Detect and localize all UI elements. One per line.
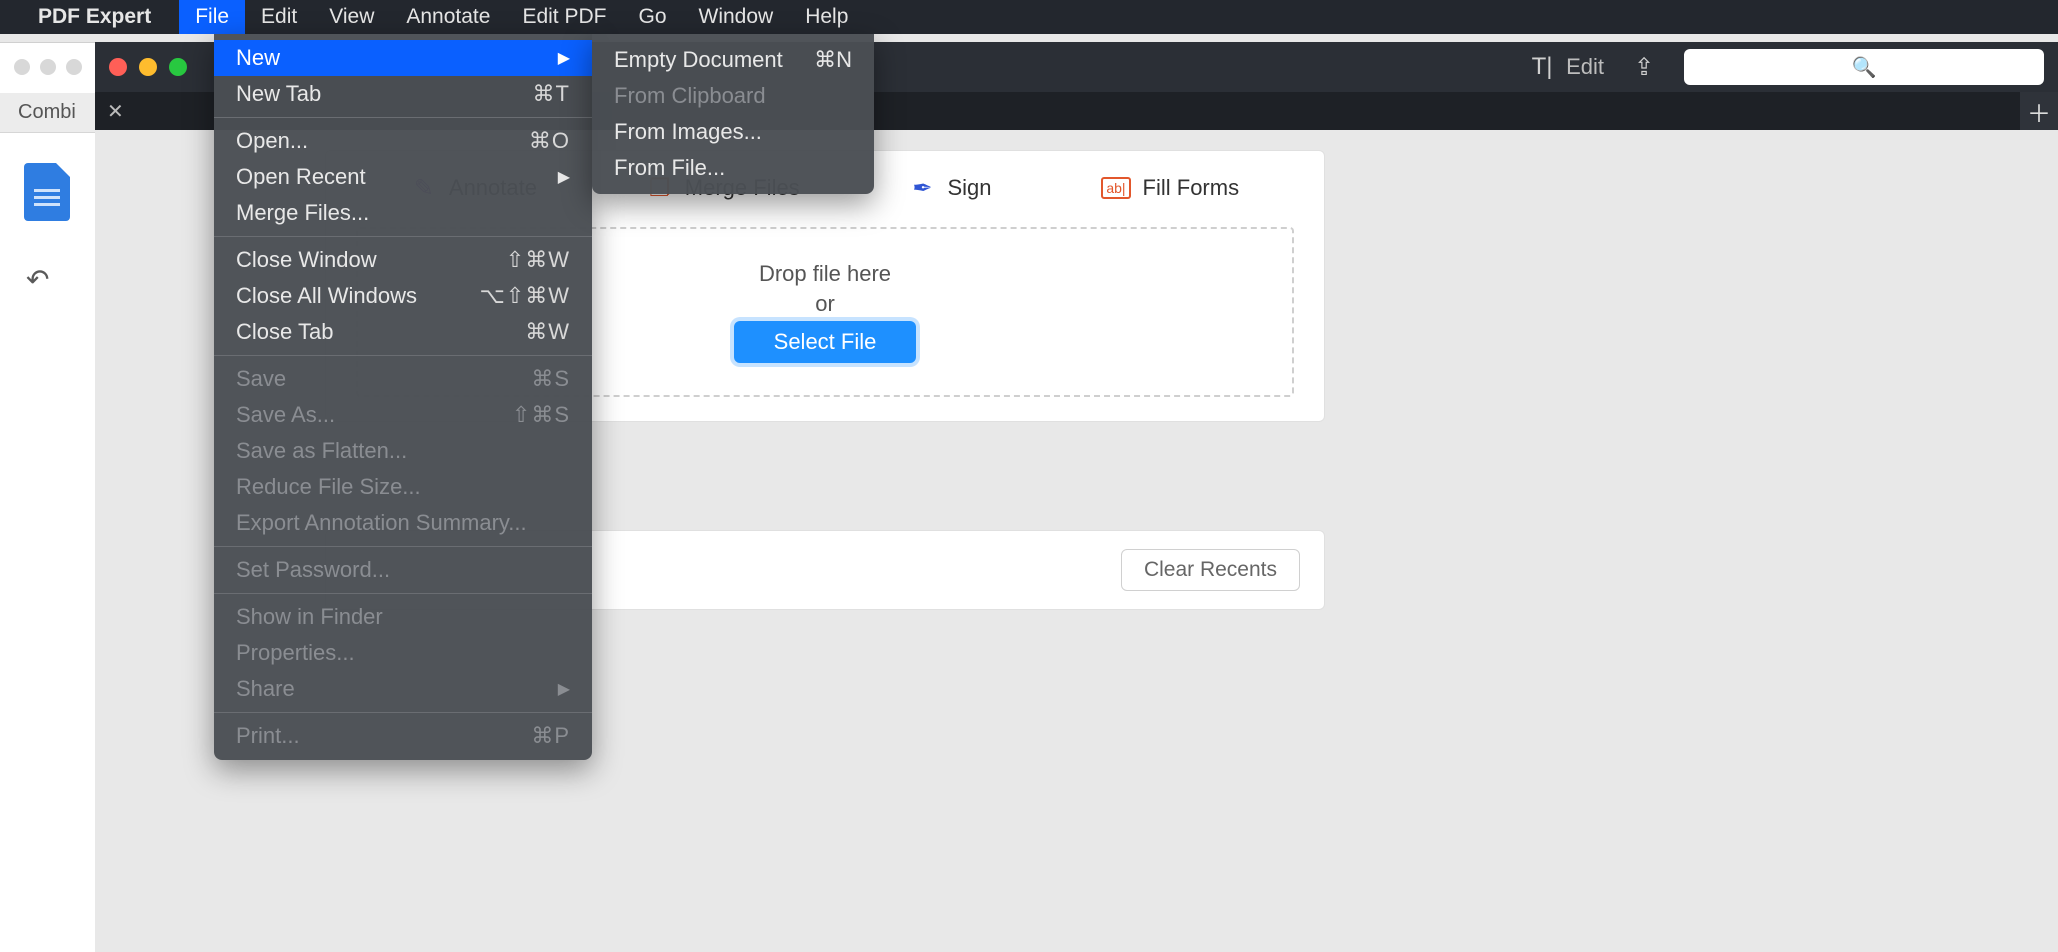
file-menu-item: Export Annotation Summary... [214,505,592,541]
file-menu-item[interactable]: Open Recent▶ [214,159,592,195]
new-submenu: Empty Document⌘NFrom ClipboardFrom Image… [592,34,874,194]
close-window-button[interactable] [109,58,127,76]
sign-icon: ✒ [909,175,935,201]
bg-traffic-light [66,59,82,75]
drop-text: Drop file here [759,261,891,287]
menu-file[interactable]: File [179,0,245,34]
clear-recents-button[interactable]: Clear Recents [1121,549,1300,591]
new-tab-button[interactable]: ＋ [2020,92,2058,130]
fill-forms-action[interactable]: ab| Fill Forms [1101,175,1239,201]
menu-edit-pdf[interactable]: Edit PDF [506,0,622,34]
file-menu-item[interactable]: Close Window⇧⌘W [214,242,592,278]
search-icon: 🔍 [1852,55,1877,80]
menu-view[interactable]: View [313,0,390,34]
new-submenu-item[interactable]: Empty Document⌘N [592,42,874,78]
zoom-window-button[interactable] [169,58,187,76]
macos-menubar: PDF Expert File Edit View Annotate Edit … [0,0,2058,34]
bg-traffic-light [14,59,30,75]
file-menu-item[interactable]: Open...⌘O [214,123,592,159]
file-menu-item[interactable]: New Tab⌘T [214,76,592,112]
fill-forms-icon: ab| [1101,177,1130,199]
text-edit-icon: T| [1528,53,1556,81]
menu-go[interactable]: Go [622,0,682,34]
document-icon[interactable] [24,163,70,221]
file-menu-item: Show in Finder [214,599,592,635]
drop-or: or [815,291,835,317]
file-menu-dropdown: New▶New Tab⌘T Open...⌘OOpen Recent▶Merge … [214,34,592,760]
app-name: PDF Expert [38,5,151,29]
minimize-window-button[interactable] [139,58,157,76]
share-icon[interactable]: ⇪ [1630,53,1658,81]
file-menu-item: Share▶ [214,671,592,707]
file-menu-item: Reduce File Size... [214,469,592,505]
edit-label: Edit [1566,54,1604,80]
file-menu-item[interactable]: Close Tab⌘W [214,314,592,350]
file-menu-item: Properties... [214,635,592,671]
new-submenu-item[interactable]: From Images... [592,114,874,150]
menu-help[interactable]: Help [789,0,864,34]
file-menu-item[interactable]: Merge Files... [214,195,592,231]
menu-edit[interactable]: Edit [245,0,313,34]
menu-annotate[interactable]: Annotate [390,0,506,34]
file-menu-item: Save as Flatten... [214,433,592,469]
edit-mode-button[interactable]: T| Edit [1528,53,1604,81]
file-menu-item[interactable]: Close All Windows⌥⇧⌘W [214,278,592,314]
new-submenu-item[interactable]: From File... [592,150,874,186]
file-menu-item: Print...⌘P [214,718,592,754]
new-submenu-item: From Clipboard [592,78,874,114]
background-window: Combi ↶ [0,42,95,952]
file-menu-item: Save As...⇧⌘S [214,397,592,433]
file-menu-item: Save⌘S [214,361,592,397]
sign-action[interactable]: ✒ Sign [909,175,991,201]
search-input[interactable]: 🔍 [1684,49,2044,85]
file-menu-item: Set Password... [214,552,592,588]
select-file-button[interactable]: Select File [734,321,917,363]
file-menu-item[interactable]: New▶ [214,40,592,76]
bg-tab[interactable]: Combi [0,93,95,133]
menu-window[interactable]: Window [683,0,790,34]
undo-icon[interactable]: ↶ [26,263,49,296]
bg-traffic-light [40,59,56,75]
close-tab-icon[interactable]: ✕ [107,99,124,124]
